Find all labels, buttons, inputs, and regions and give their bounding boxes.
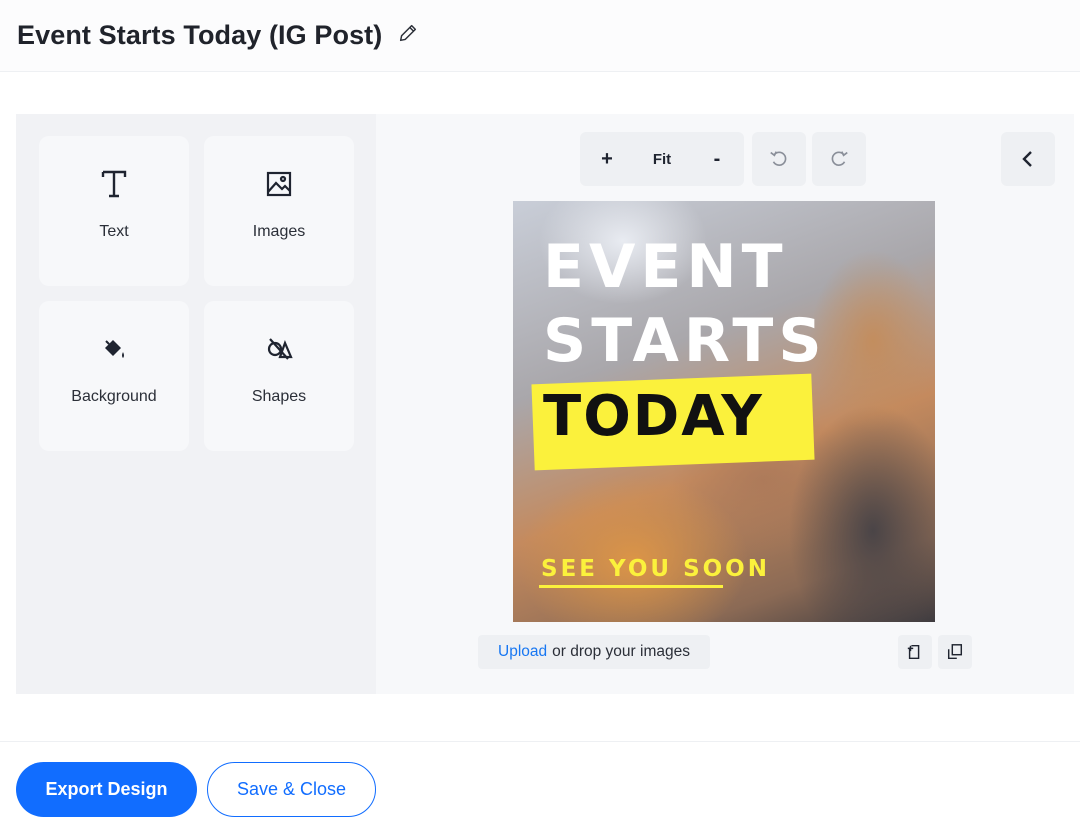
duplicate-page-button[interactable] xyxy=(938,635,972,669)
header: Event Starts Today (IG Post) xyxy=(0,0,1080,72)
canvas-headline-line1[interactable]: EVENT xyxy=(543,237,788,297)
add-page-icon xyxy=(907,644,920,660)
background-tool-label: Background xyxy=(71,388,157,405)
shapes-icon xyxy=(265,334,293,364)
undo-button[interactable] xyxy=(752,132,806,186)
images-tool-label: Images xyxy=(252,223,306,240)
export-design-button[interactable]: Export Design xyxy=(16,762,197,817)
text-tool-label: Text xyxy=(99,223,129,240)
text-icon xyxy=(100,169,128,199)
design-canvas[interactable]: EVENT STARTS TODAY SEE YOU SOON xyxy=(513,201,935,622)
upload-dropzone[interactable]: Upload or drop your images xyxy=(478,635,710,669)
chevron-left-icon xyxy=(1022,151,1032,167)
redo-icon xyxy=(831,151,848,166)
zoom-controls: + Fit - xyxy=(580,132,744,186)
shapes-tool-button[interactable]: Shapes xyxy=(204,301,354,451)
text-tool-button[interactable]: Text xyxy=(39,136,189,286)
undo-icon xyxy=(770,151,787,166)
page-title: Event Starts Today (IG Post) xyxy=(17,20,383,50)
background-tool-button[interactable]: Background xyxy=(39,301,189,451)
fit-button[interactable]: Fit xyxy=(634,132,690,186)
footer-bar: Export Design Save & Close xyxy=(0,741,1080,830)
upload-hint: or drop your images xyxy=(552,643,690,660)
zoom-in-button[interactable]: + xyxy=(580,132,634,186)
paint-bucket-icon xyxy=(100,334,128,364)
canvas-headline-line2[interactable]: STARTS xyxy=(543,311,827,371)
pencil-icon[interactable] xyxy=(396,21,420,45)
duplicate-icon xyxy=(947,644,963,660)
shapes-tool-label: Shapes xyxy=(251,388,307,405)
editor-workspace: Text Images Background Shapes + Fit - EV… xyxy=(16,114,1074,694)
subheadline-underline[interactable] xyxy=(539,585,723,588)
upload-link[interactable]: Upload xyxy=(498,643,547,661)
redo-button[interactable] xyxy=(812,132,866,186)
add-page-button[interactable] xyxy=(898,635,932,669)
collapse-panel-button[interactable] xyxy=(1001,132,1055,186)
zoom-out-button[interactable]: - xyxy=(690,132,744,186)
tools-sidebar: Text Images Background Shapes xyxy=(16,114,376,694)
image-icon xyxy=(265,169,293,199)
canvas-subheadline[interactable]: SEE YOU SOON xyxy=(541,556,770,582)
save-close-button[interactable]: Save & Close xyxy=(207,762,376,817)
canvas-headline-line3[interactable]: TODAY xyxy=(543,389,764,445)
images-tool-button[interactable]: Images xyxy=(204,136,354,286)
